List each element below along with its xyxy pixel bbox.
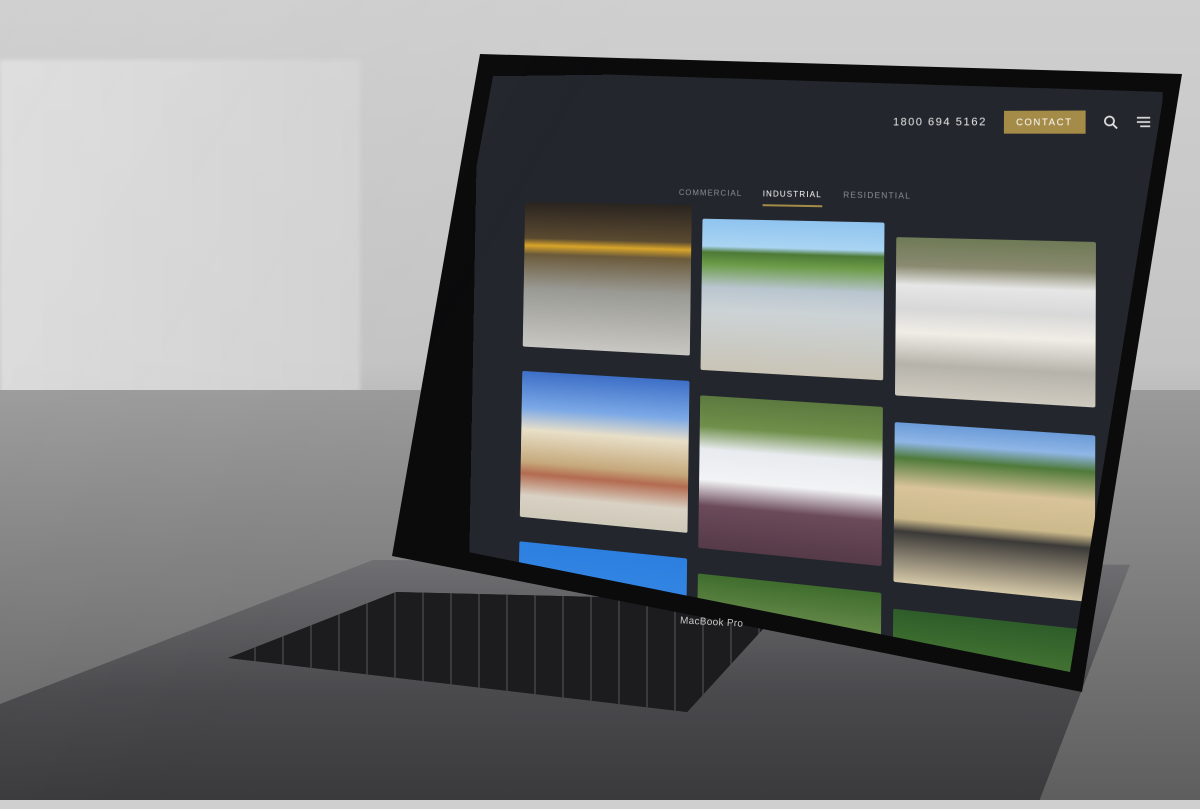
- search-icon[interactable]: [1103, 115, 1118, 130]
- gallery-image-tan-warehouse[interactable]: [893, 422, 1095, 603]
- tab-industrial[interactable]: INDUSTRIAL: [763, 188, 822, 207]
- phone-number[interactable]: 1800 694 5162: [893, 116, 987, 128]
- window-light: [0, 60, 360, 400]
- hamburger-menu-icon[interactable]: [1136, 115, 1152, 130]
- tab-residential[interactable]: RESIDENTIAL: [843, 190, 911, 209]
- gallery-image-warehouse-aerial[interactable]: [701, 219, 885, 381]
- gallery-image-warehouse-interior[interactable]: [523, 202, 692, 356]
- gallery-image-office-building[interactable]: [895, 237, 1096, 407]
- top-bar: 1800 694 5162 CONTACT: [893, 110, 1151, 134]
- tab-commercial[interactable]: COMMERCIAL: [679, 187, 743, 206]
- contact-button[interactable]: CONTACT: [1004, 111, 1086, 134]
- gallery-image-steel-building[interactable]: [520, 371, 690, 533]
- gallery-image-white-hangar[interactable]: [698, 395, 883, 566]
